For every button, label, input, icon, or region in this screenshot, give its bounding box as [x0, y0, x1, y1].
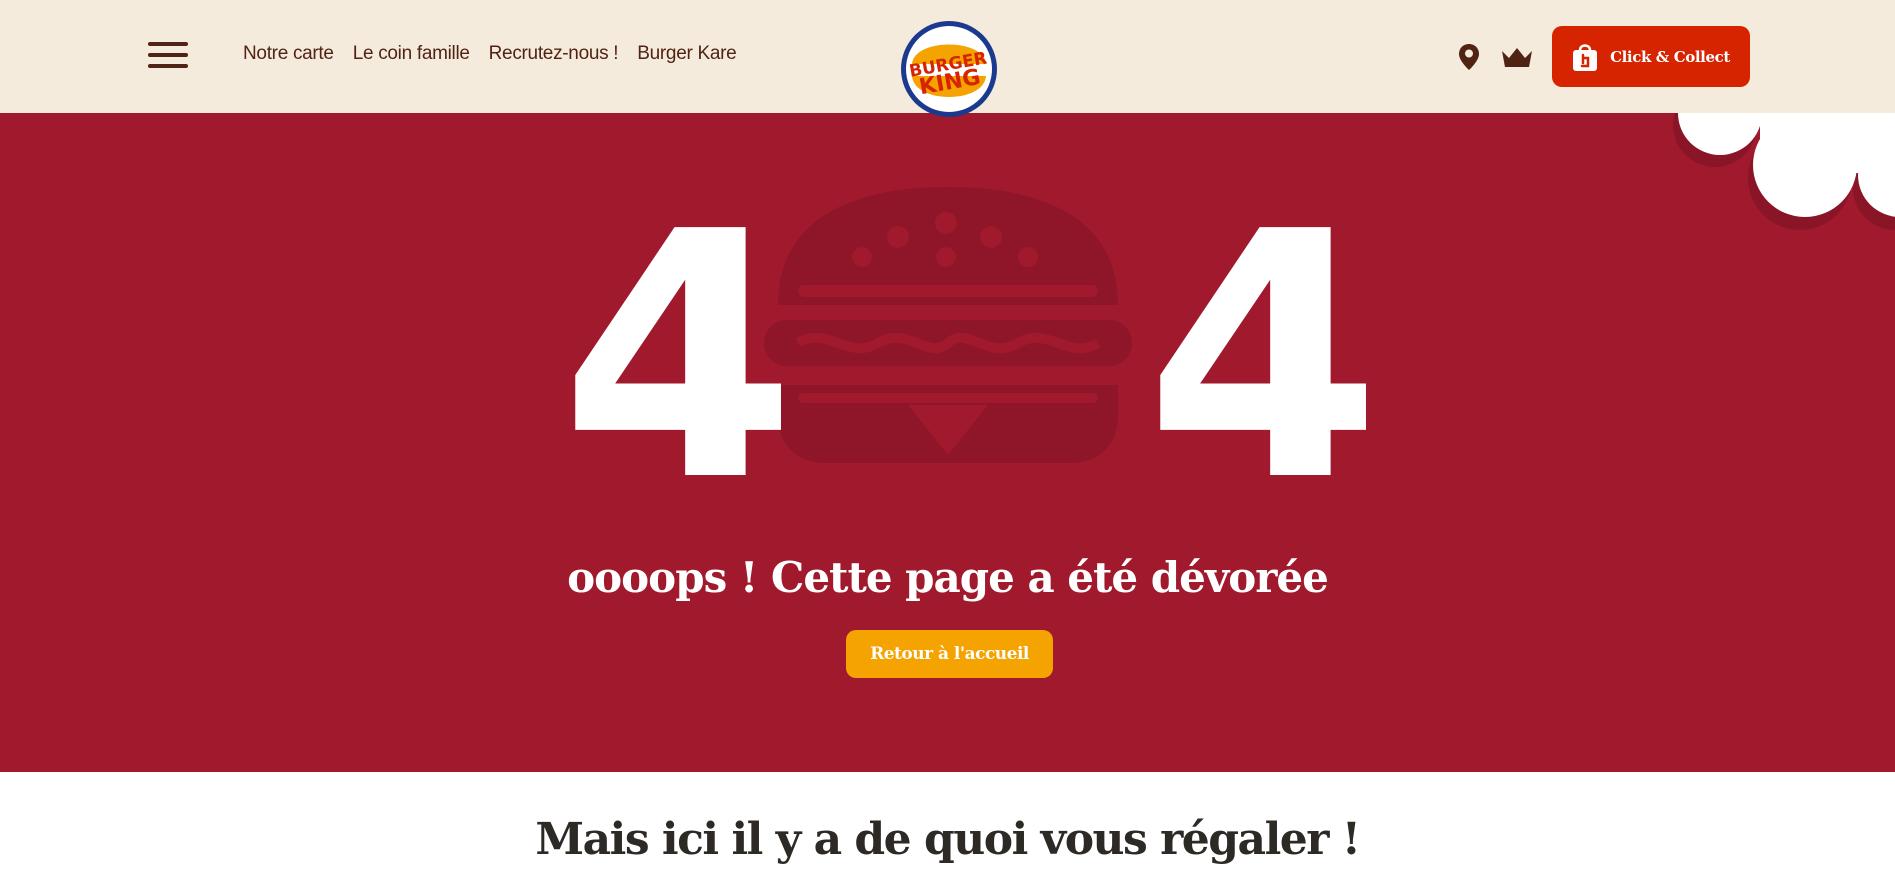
burger-king-logo[interactable]: BURGER KING — [898, 18, 1000, 120]
hamburger-menu-icon[interactable] — [148, 42, 188, 72]
cloud-decoration — [1673, 113, 1895, 230]
error-hero: 4 4 oooops ! Cette page a été dévorée Re… — [0, 113, 1895, 772]
error-digit-right: 4 — [1145, 160, 1382, 556]
location-pin-icon[interactable] — [1458, 43, 1480, 71]
section-title: Mais ici il y a de quoi vous régaler ! — [535, 814, 1361, 865]
back-to-home-button[interactable]: Retour à l'accueil — [846, 630, 1053, 678]
shopping-bag-icon — [1573, 43, 1598, 71]
crown-icon[interactable] — [1500, 45, 1534, 69]
nav-link-coin-famille[interactable]: Le coin famille — [353, 43, 470, 65]
click-and-collect-button[interactable]: Click & Collect — [1552, 26, 1750, 87]
error-headline: oooops ! Cette page a été dévorée — [567, 553, 1329, 602]
nav-link-burger-kare[interactable]: Burger Kare — [637, 43, 736, 65]
nav-link-notre-carte[interactable]: Notre carte — [243, 43, 334, 65]
main-nav: Notre carte Le coin famille Recrutez-nou… — [243, 43, 737, 65]
error-digit-left: 4 — [560, 160, 797, 556]
nav-link-recrutez-nous[interactable]: Recrutez-nous ! — [489, 43, 619, 65]
burger-icon — [764, 187, 1132, 463]
click-and-collect-label: Click & Collect — [1610, 47, 1730, 66]
site-header: Notre carte Le coin famille Recrutez-nou… — [0, 0, 1895, 117]
